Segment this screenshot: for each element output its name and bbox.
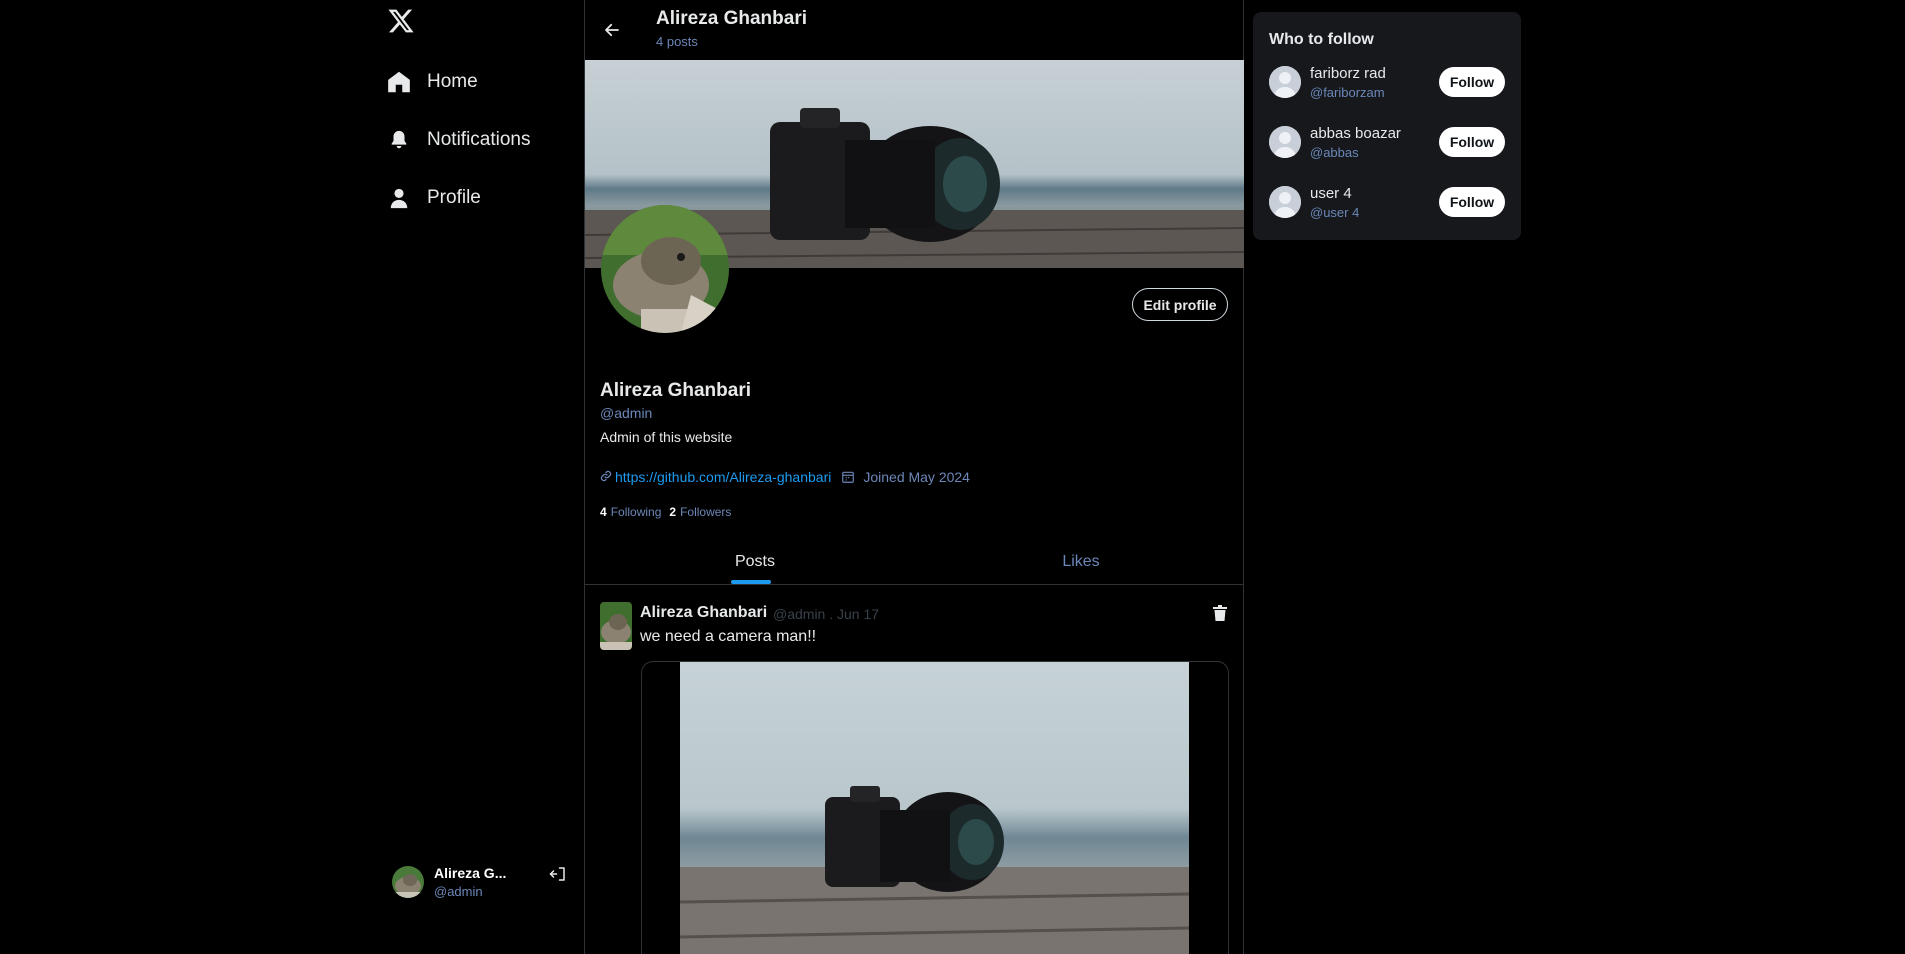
link-icon (600, 469, 612, 485)
nav-item-profile[interactable]: Profile (385, 184, 481, 212)
who-to-follow-title: Who to follow (1269, 31, 1374, 48)
post-author-avatar[interactable] (600, 602, 632, 650)
bell-icon (385, 126, 413, 154)
calendar-icon (841, 470, 855, 484)
follow-stats: 4 Following 2 Followers (600, 505, 739, 519)
default-avatar-icon (1269, 126, 1301, 158)
tab-label: Posts (734, 553, 775, 570)
post-author-name[interactable]: Alireza Ghanbari (640, 604, 767, 622)
avatar (392, 866, 424, 898)
following-label: Following (610, 505, 662, 519)
tab-likes[interactable]: Likes (1051, 540, 1111, 584)
account-name: Alireza G... (434, 865, 507, 881)
suggested-user-handle: @user 4 (1310, 204, 1360, 220)
followers-count: 2 (669, 505, 677, 519)
user-icon (385, 184, 413, 212)
profile-tabs: Posts Likes (585, 540, 1244, 585)
trash-icon[interactable] (1212, 604, 1228, 622)
default-avatar-icon (1269, 66, 1301, 98)
followers-link[interactable]: 2 Followers (669, 505, 739, 519)
home-icon (385, 68, 413, 96)
active-tab-indicator (731, 580, 771, 584)
suggested-user[interactable]: abbas boazar @abbas Follow (1269, 122, 1505, 162)
nav-label: Profile (427, 187, 481, 208)
follow-button[interactable]: Follow (1439, 127, 1505, 157)
nav-item-notifications[interactable]: Notifications (385, 126, 531, 154)
profile-avatar[interactable] (601, 205, 729, 333)
joined-date: Joined May 2024 (863, 469, 970, 485)
profile-website-link[interactable]: https://github.com/Alireza-ghanbari (615, 469, 831, 485)
default-avatar-icon (1269, 186, 1301, 218)
post-meta: @admin . Jun 17 (773, 606, 880, 622)
profile-handle: @admin (600, 405, 653, 421)
back-arrow-icon[interactable] (600, 18, 624, 42)
follow-button[interactable]: Follow (1439, 67, 1505, 97)
post-count: 4 posts (656, 34, 698, 49)
page-title: Alireza Ghanbari (656, 8, 807, 29)
tab-posts[interactable]: Posts (725, 540, 785, 584)
edit-profile-button[interactable]: Edit profile (1132, 288, 1228, 321)
suggested-user-handle: @fariborzam (1310, 84, 1385, 100)
nav-item-home[interactable]: Home (385, 68, 478, 96)
following-count: 4 (600, 505, 607, 519)
nav-label: Notifications (427, 129, 531, 150)
post-image[interactable] (641, 661, 1229, 954)
profile-bio: Admin of this website (600, 429, 733, 445)
nav-label: Home (427, 71, 478, 92)
suggested-user-name: fariborz rad (1310, 64, 1386, 82)
logout-icon[interactable] (548, 864, 568, 884)
suggested-user-name: abbas boazar (1310, 124, 1401, 142)
account-handle: @admin (434, 884, 483, 899)
post-text: we need a camera man!! (640, 628, 817, 645)
following-link[interactable]: 4 Following (600, 505, 669, 519)
follow-button[interactable]: Follow (1439, 187, 1505, 217)
account-switcher[interactable]: Alireza G... @admin (392, 862, 572, 902)
x-logo-icon[interactable] (385, 5, 417, 37)
tab-label: Likes (1062, 553, 1100, 570)
suggested-user-name: user 4 (1310, 184, 1352, 202)
followers-label: Followers (680, 505, 732, 519)
suggested-user-handle: @abbas (1310, 144, 1359, 160)
suggested-user[interactable]: user 4 @user 4 Follow (1269, 182, 1505, 222)
profile-meta: https://github.com/Alireza-ghanbari Join… (600, 469, 970, 485)
suggested-user[interactable]: fariborz rad @fariborzam Follow (1269, 62, 1505, 102)
profile-name: Alireza Ghanbari (600, 380, 751, 401)
